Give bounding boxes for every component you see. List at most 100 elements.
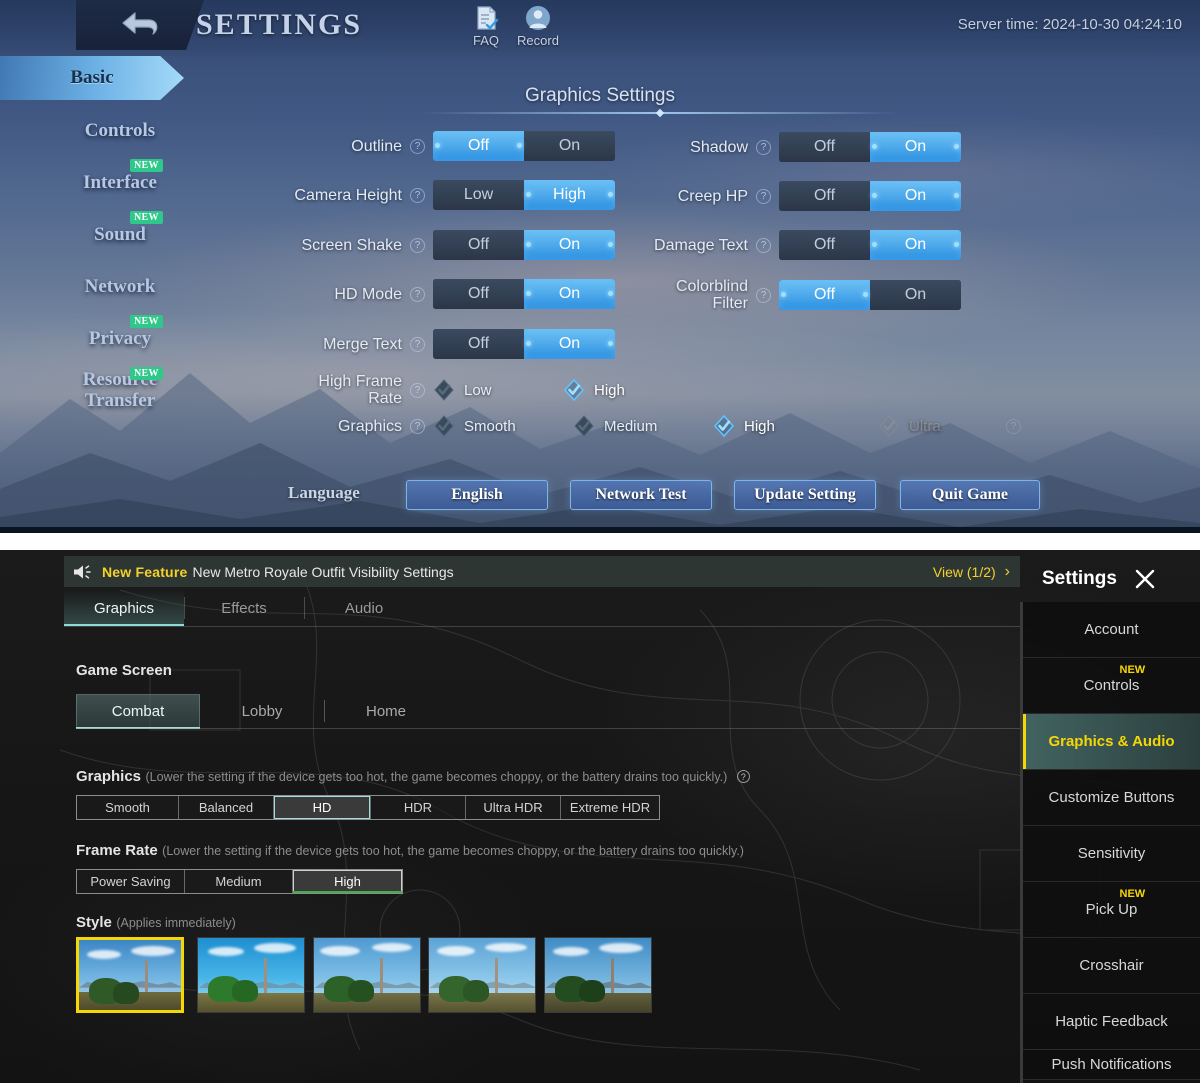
toggle-option-low[interactable]: Low (433, 180, 524, 210)
faq-button[interactable]: FAQ (459, 4, 513, 48)
announcement-banner[interactable]: New Feature New Metro Royale Outfit Visi… (64, 556, 1020, 587)
toggle-option-on[interactable]: On (870, 280, 961, 310)
radio-high-frame-rate-high[interactable]: High (563, 379, 693, 401)
style-thumb-4[interactable] (428, 937, 536, 1013)
graphics-option-hd[interactable]: HD (274, 796, 371, 819)
radio-graphics-smooth[interactable]: Smooth (433, 415, 573, 437)
sidebar-item-controls[interactable]: NEW Controls (1023, 658, 1200, 714)
sidebar-item-crosshair[interactable]: Crosshair (1023, 938, 1200, 994)
toggle-camera-height[interactable]: Low High (433, 180, 615, 210)
sidebar-item-sound[interactable]: NEW Sound (0, 208, 240, 260)
style-thumb-3[interactable] (313, 937, 421, 1013)
help-icon[interactable]: ? (1006, 419, 1021, 434)
back-button[interactable] (76, 0, 204, 50)
style-label: Style (76, 914, 112, 931)
announcement-tag: New Feature (102, 564, 187, 580)
toggle-option-off[interactable]: Off (779, 230, 870, 260)
sidebar-item-sensitivity[interactable]: Sensitivity (1023, 826, 1200, 882)
sidebar-item-label: Network (85, 276, 156, 297)
faq-label: FAQ (473, 33, 499, 48)
toggle-option-off[interactable]: Off (433, 329, 524, 359)
question-icon[interactable]: ? (737, 770, 750, 783)
toggle-option-on[interactable]: On (524, 131, 615, 161)
toggle-option-on[interactable]: On (524, 329, 615, 359)
graphics-option-balanced[interactable]: Balanced (179, 796, 274, 819)
game-screen-tab-home[interactable]: Home (324, 694, 448, 728)
update-setting-button[interactable]: Update Setting (734, 480, 876, 510)
radio-graphics-high[interactable]: High (713, 415, 878, 437)
game-screen-label: Game Screen (76, 662, 172, 679)
tab-audio[interactable]: Audio (304, 590, 424, 626)
graphics-option-smooth[interactable]: Smooth (77, 796, 179, 819)
toggle-shadow[interactable]: Off On (779, 132, 961, 162)
frame-rate-option-high[interactable]: High (293, 870, 402, 893)
language-button[interactable]: English (406, 480, 548, 510)
frame-rate-option-power-saving[interactable]: Power Saving (77, 870, 185, 893)
game-screen-tabs: Combat Lobby Home (76, 694, 1020, 728)
tab-effects[interactable]: Effects (184, 590, 304, 626)
sidebar-item-customize-buttons[interactable]: Customize Buttons (1023, 770, 1200, 826)
help-icon[interactable]: ? (410, 139, 425, 154)
help-icon[interactable]: ? (756, 140, 771, 155)
help-icon[interactable]: ? (410, 238, 425, 253)
toggle-screen-shake[interactable]: Off On (433, 230, 615, 260)
help-icon[interactable]: ? (756, 288, 771, 303)
toggle-outline[interactable]: Off On (433, 131, 615, 161)
toggle-option-off[interactable]: Off (779, 132, 870, 162)
help-icon[interactable]: ? (756, 238, 771, 253)
toggle-option-off[interactable]: Off (433, 131, 524, 161)
toggle-option-on[interactable]: On (870, 230, 961, 260)
toggle-option-off[interactable]: Off (433, 230, 524, 260)
help-icon[interactable]: ? (410, 383, 425, 398)
sidebar-item-account[interactable]: Account (1023, 602, 1200, 658)
toggle-option-off[interactable]: Off (779, 280, 870, 310)
toggle-creep-hp[interactable]: Off On (779, 181, 961, 211)
toggle-option-on[interactable]: On (524, 279, 615, 309)
help-icon[interactable]: ? (410, 287, 425, 302)
radio-graphics-medium[interactable]: Medium (573, 415, 713, 437)
sidebar-item-interface[interactable]: NEW Interface (0, 156, 240, 208)
toggle-hd-mode[interactable]: Off On (433, 279, 615, 309)
graphics-option-extreme-hdr[interactable]: Extreme HDR (561, 796, 659, 819)
sidebar-item-haptic-feedback[interactable]: Haptic Feedback (1023, 994, 1200, 1050)
style-thumb-2[interactable] (197, 937, 305, 1013)
toggle-colorblind-filter[interactable]: Off On (779, 280, 961, 310)
frame-rate-option-medium[interactable]: Medium (185, 870, 293, 893)
record-button[interactable]: Record (511, 4, 565, 48)
toggle-damage-text[interactable]: Off On (779, 230, 961, 260)
sidebar-item-resource-transfer[interactable]: NEW Resource Transfer (0, 364, 240, 416)
network-test-button[interactable]: Network Test (570, 480, 712, 510)
toggle-option-on[interactable]: On (870, 181, 961, 211)
toggle-option-on[interactable]: On (870, 132, 961, 162)
toggle-option-on[interactable]: On (524, 230, 615, 260)
game-screen-tab-lobby[interactable]: Lobby (200, 694, 324, 728)
sidebar-item-graphics-audio[interactable]: Graphics & Audio (1023, 714, 1200, 770)
tab-graphics[interactable]: Graphics (64, 590, 184, 626)
sidebar-item-push-notifications[interactable]: Push Notifications (1023, 1050, 1200, 1080)
help-icon[interactable]: ? (410, 188, 425, 203)
style-thumb-1[interactable] (76, 937, 184, 1013)
help-icon[interactable]: ? (756, 189, 771, 204)
help-icon[interactable]: ? (410, 337, 425, 352)
toggle-option-off[interactable]: Off (433, 279, 524, 309)
radio-high-frame-rate-low[interactable]: Low (433, 379, 563, 401)
toggle-option-off[interactable]: Off (779, 181, 870, 211)
game-screen-tab-combat[interactable]: Combat (76, 694, 200, 728)
toggle-option-high[interactable]: High (524, 180, 615, 210)
moba-settings-panel: SETTINGS FAQ Record Server time: 2 (0, 0, 1200, 533)
graphics-option-hdr[interactable]: HDR (371, 796, 466, 819)
sidebar-item-controls[interactable]: Controls (0, 104, 240, 156)
sidebar-item-label: Sound (94, 224, 146, 245)
sidebar-item-network[interactable]: Network (0, 260, 240, 312)
graphics-option-ultra-hdr[interactable]: Ultra HDR (466, 796, 561, 819)
help-icon[interactable]: ? (410, 419, 425, 434)
announcement-view-button[interactable]: View (1/2) › (933, 563, 1010, 581)
setting-label: Screen Shake (292, 237, 402, 254)
sidebar-item-privacy[interactable]: NEW Privacy (0, 312, 240, 364)
setting-row-merge-text: Merge Text ? Off On (292, 329, 615, 359)
thumb-cloud (553, 947, 589, 956)
style-thumb-5[interactable] (544, 937, 652, 1013)
sidebar-item-pick-up[interactable]: NEW Pick Up (1023, 882, 1200, 938)
toggle-merge-text[interactable]: Off On (433, 329, 615, 359)
quit-game-button[interactable]: Quit Game (900, 480, 1040, 510)
